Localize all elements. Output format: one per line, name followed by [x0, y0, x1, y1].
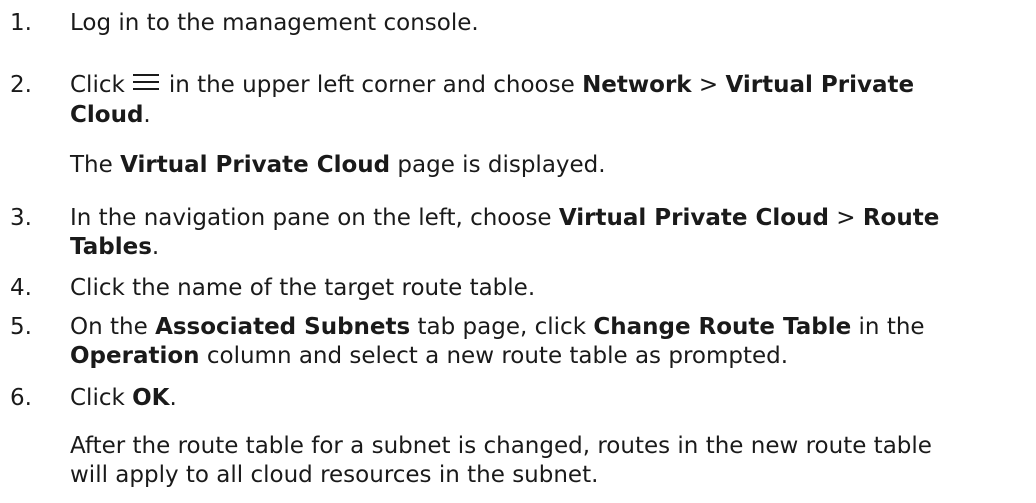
step-6-result-line-1: After the route table for a subnet is ch…	[70, 433, 932, 459]
step-1-text: Log in to the management console.	[70, 10, 479, 36]
step-2-line-1: Click in the upper left corner and choose…	[70, 71, 914, 99]
step-6-result-line-2: will apply to all cloud resources in the…	[70, 462, 599, 488]
step-1-number: 1.	[10, 10, 32, 36]
step-2-click: Click	[70, 72, 125, 98]
step-6-ok: OK	[132, 385, 170, 411]
step-2-instruction: in the upper left corner and choose	[168, 72, 575, 98]
step-5-associated-subnets: Associated Subnets	[155, 314, 411, 340]
step-2-result: The Virtual Private Cloud page is displa…	[70, 152, 606, 178]
step-6-number: 6.	[10, 385, 32, 411]
step-4-number: 4.	[10, 275, 32, 301]
hamburger-menu-icon	[132, 71, 159, 93]
step-2-line-2: Cloud.	[70, 102, 151, 128]
step-4-text: Click the name of the target route table…	[70, 275, 536, 301]
step-2-vpc-part-1: Virtual Private	[725, 72, 915, 98]
step-3-number: 3.	[10, 205, 32, 231]
step-2-network: Network	[582, 72, 692, 98]
step-2-separator: >	[698, 72, 719, 98]
step-3-route-part-2: Tables	[70, 234, 152, 260]
step-5-operation: Operation	[70, 343, 200, 369]
step-5-change-route-table: Change Route Table	[593, 314, 852, 340]
step-2-result-page: Virtual Private Cloud	[120, 152, 391, 178]
step-2-number: 2.	[10, 72, 32, 98]
step-5-number: 5.	[10, 314, 32, 340]
step-3-line-1: In the navigation pane on the left, choo…	[70, 205, 940, 231]
step-5-line-2: Operation column and select a new route …	[70, 343, 789, 369]
step-6-line-1: Click OK.	[70, 385, 177, 411]
step-2-vpc-part-2: Cloud	[70, 102, 144, 128]
procedure-document: 1. Log in to the management console. 2. …	[0, 0, 1036, 503]
step-3-vpc: Virtual Private Cloud	[558, 205, 829, 231]
step-3-route-part-1: Route	[862, 205, 940, 231]
step-3-line-2: Tables.	[70, 234, 160, 260]
step-5-line-1: On the Associated Subnets tab page, clic…	[70, 314, 925, 340]
